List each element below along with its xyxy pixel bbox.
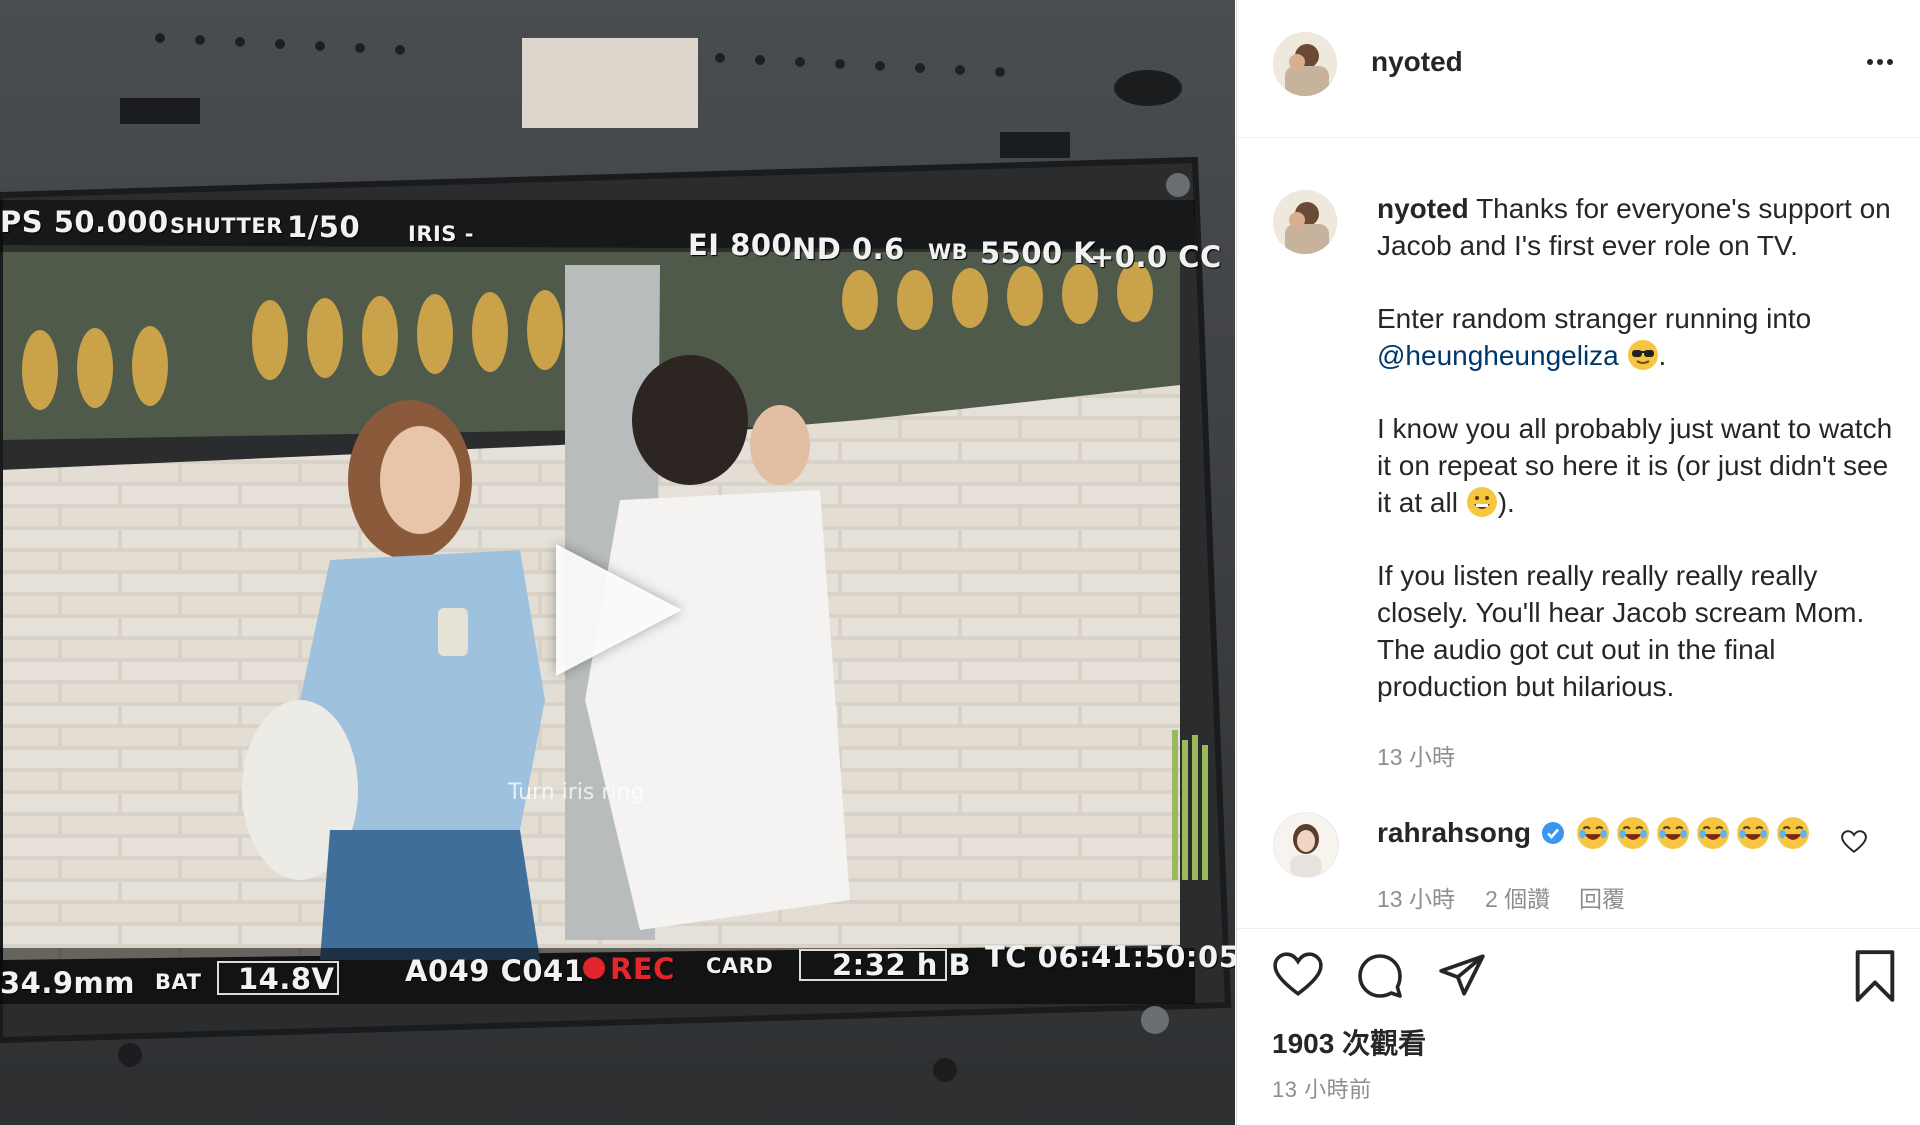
comment-row: rahrahsong	[1377, 816, 1809, 856]
view-count[interactable]: 1903 次觀看	[1272, 1022, 1426, 1062]
osd-shutter: 1/50	[287, 210, 361, 244]
osd-card: 2:32 h B	[832, 948, 972, 982]
caption-text-2: Enter random stranger running into	[1377, 303, 1812, 334]
caption-paragraph-1: nyoted Thanks for everyone's support on …	[1377, 190, 1902, 264]
face-with-tears-of-joy-emoji-icon	[1737, 817, 1769, 849]
mention-link[interactable]: @heungheungeliza	[1377, 340, 1619, 371]
caption-text-3: I know you all probably just want to wat…	[1377, 413, 1893, 518]
more-horizontal-icon[interactable]	[1867, 52, 1901, 72]
face-with-tears-of-joy-emoji-icon	[1657, 817, 1689, 849]
post-sidebar: nyoted nyoted Thanks for everyone's supp…	[1236, 0, 1920, 1125]
grinning-face-emoji-icon	[1466, 487, 1497, 517]
osd-fps: PS 50.000	[0, 205, 169, 239]
osd-iris: IRIS -	[408, 222, 474, 246]
caption-text-4: If you listen really really really reall…	[1377, 560, 1865, 702]
sunglasses-emoji-icon	[1627, 340, 1658, 370]
comment-reply-button[interactable]: 回覆	[1579, 880, 1625, 914]
osd-nd: ND 0.6	[792, 232, 905, 266]
caption-paragraph-3: I know you all probably just want to wat…	[1377, 413, 1893, 518]
post-caption: nyoted Thanks for everyone's support on …	[1377, 190, 1902, 741]
osd-cc: +0.0 CC	[1090, 240, 1222, 274]
commenter-username[interactable]: rahrahsong	[1377, 817, 1531, 848]
osd-ei: EI 800	[688, 228, 793, 262]
paper-plane-icon[interactable]	[1437, 952, 1487, 998]
heart-icon[interactable]	[1273, 952, 1323, 998]
post-author-username[interactable]: nyoted	[1371, 46, 1463, 78]
osd-rec: REC	[610, 952, 675, 986]
comment-timestamp: 13 小時	[1377, 886, 1455, 912]
caption-timestamp: 13 小時	[1377, 744, 1455, 770]
video-subtitle: Turn iris ring	[508, 780, 645, 805]
bookmark-icon[interactable]	[1853, 950, 1897, 1002]
face-with-tears-of-joy-emoji-icon	[1577, 817, 1609, 849]
caption-username[interactable]: nyoted	[1377, 193, 1469, 224]
osd-lens: 34.9mm	[0, 966, 135, 1000]
header-divider	[1237, 137, 1920, 138]
caption-paragraph-2: Enter random stranger running into @heun…	[1377, 303, 1812, 371]
osd-wb: 5500 K	[980, 236, 1097, 270]
verified-badge-icon	[1542, 822, 1565, 844]
osd-clip: A049 C041	[405, 954, 585, 988]
face-with-tears-of-joy-emoji-icon	[1617, 817, 1649, 849]
osd-bat: 14.8V	[238, 962, 335, 996]
caption-author-avatar[interactable]	[1273, 190, 1337, 254]
comment-like-heart-icon[interactable]	[1841, 830, 1867, 854]
post-author-avatar[interactable]	[1273, 32, 1337, 96]
commenter-avatar[interactable]	[1273, 812, 1339, 878]
face-with-tears-of-joy-emoji-icon	[1697, 817, 1729, 849]
osd-wb-label: WB	[928, 240, 969, 264]
post-timestamp[interactable]: 13 小時前	[1272, 1072, 1372, 1104]
comment-bubble-icon[interactable]	[1355, 952, 1405, 1000]
actions-divider	[1237, 928, 1920, 929]
osd-bat-label: BAT	[155, 970, 202, 994]
face-with-tears-of-joy-emoji-icon	[1777, 817, 1809, 849]
caption-paragraph-4: If you listen really really really reall…	[1377, 557, 1902, 705]
video-player[interactable]: PS 50.000 SHUTTER 1/50 IRIS - EI 800 ND …	[0, 0, 1235, 1125]
osd-card-label: CARD	[706, 954, 774, 978]
osd-timecode: TC 06:41:50:05	[985, 940, 1235, 974]
play-icon[interactable]	[556, 544, 682, 676]
comment-likes[interactable]: 2 個讚	[1485, 880, 1550, 914]
osd-shutter-label: SHUTTER	[170, 214, 283, 238]
comment-emojis	[1576, 817, 1816, 849]
